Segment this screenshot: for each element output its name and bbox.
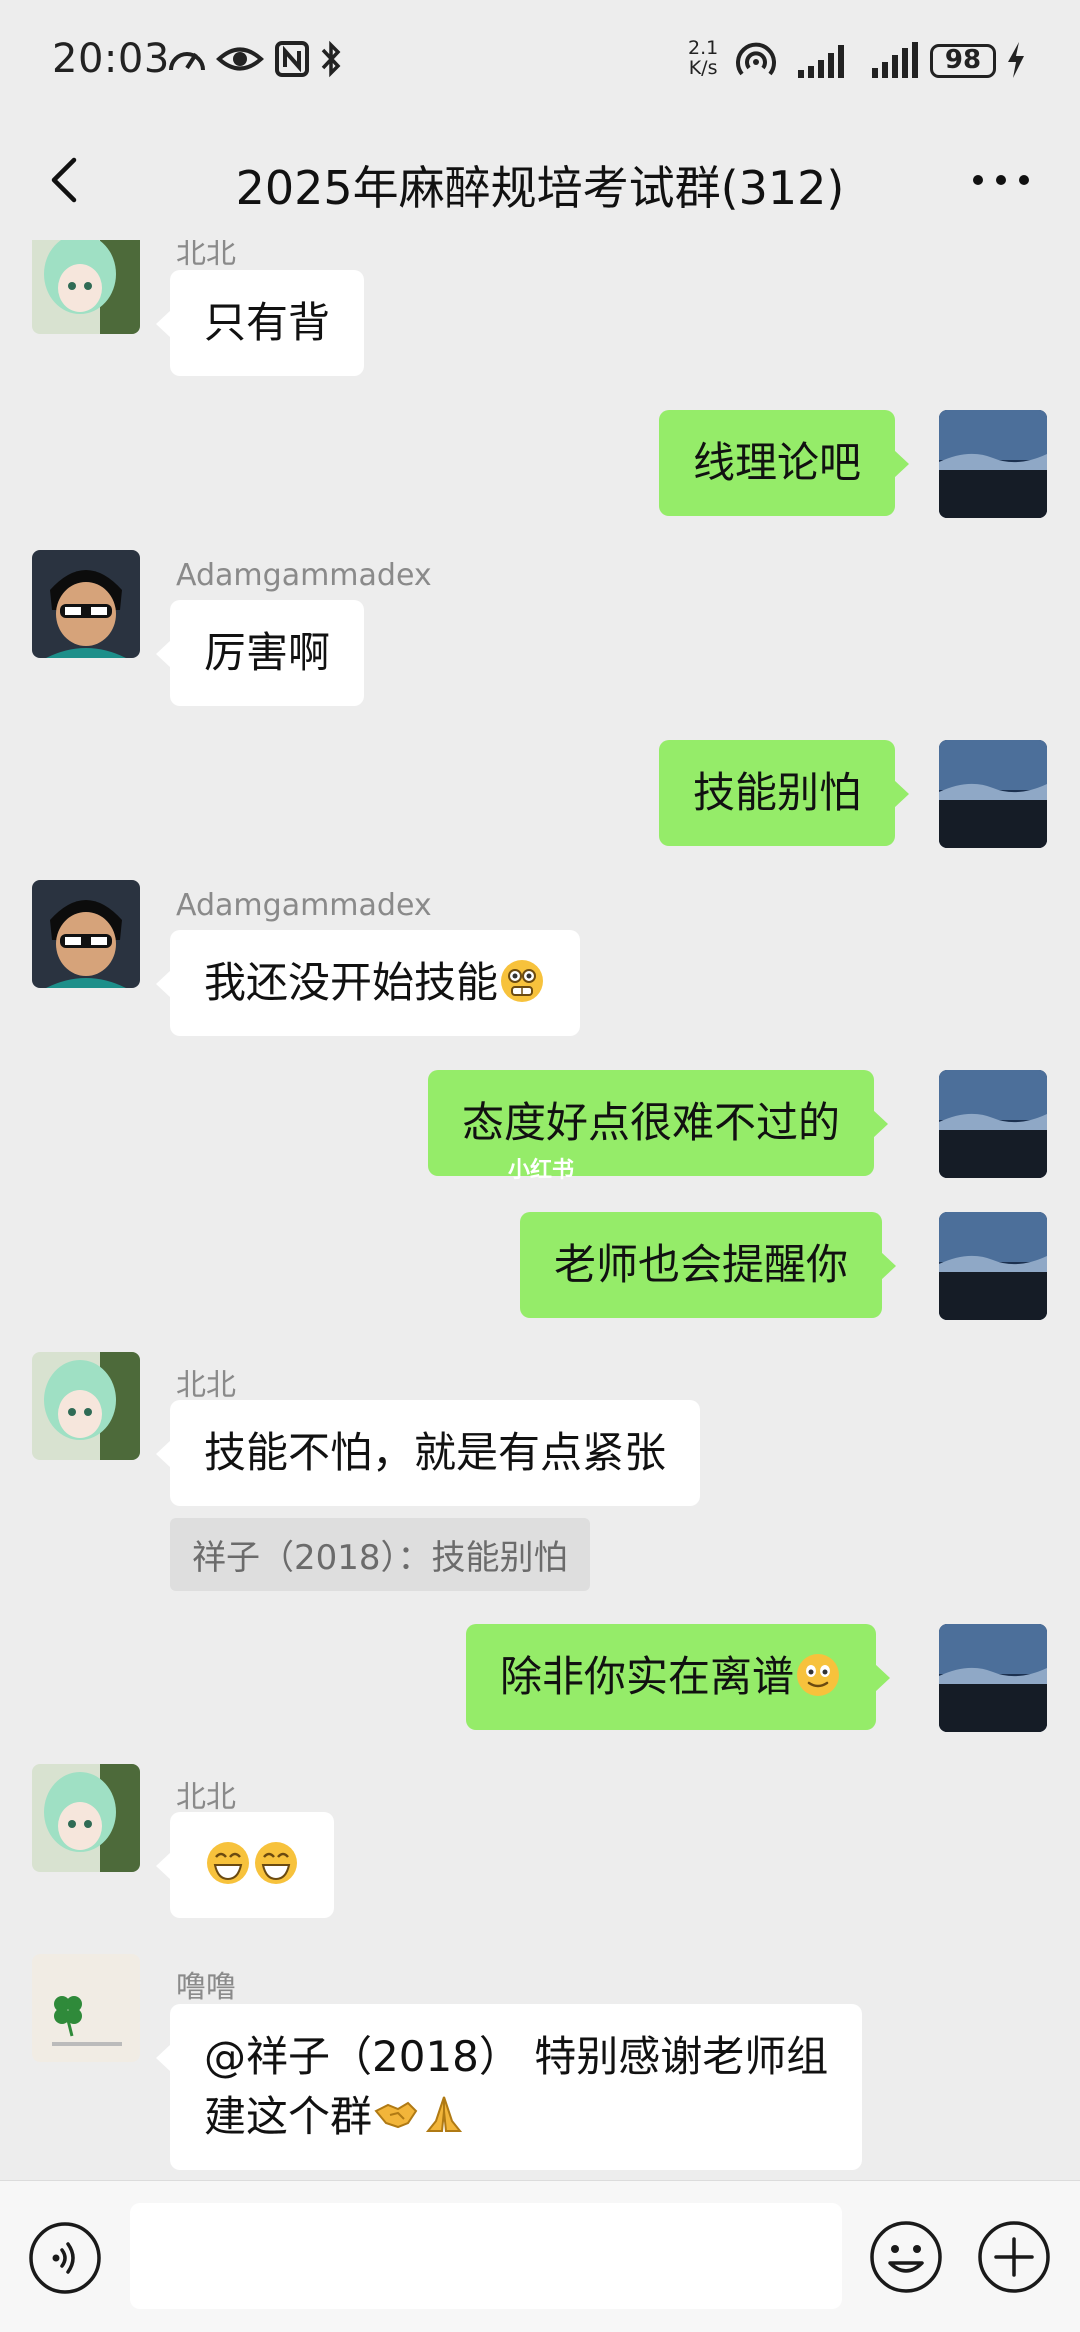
pray-emoji-icon <box>425 2096 463 2132</box>
nfc-icon <box>275 41 309 77</box>
avatar-beibei[interactable] <box>32 1764 140 1872</box>
status-time: 20:03 <box>52 36 170 82</box>
message-list[interactable]: 北北 只有背 线理论吧 Adamgammadex 厉害啊 技能别怕 Adamga… <box>0 240 1080 2180</box>
message-bubble-self[interactable]: 老师也会提醒你 <box>520 1212 897 1318</box>
status-bar: 20:03 2.1 K/s 98 <box>0 0 1080 120</box>
input-bar <box>0 2180 1080 2332</box>
chat-title: 2025年麻醉规培考试群(312) <box>235 161 845 215</box>
avatar-beibei[interactable] <box>32 240 140 334</box>
sender-name: 北北 <box>176 1368 236 1403</box>
sender-name: 北北 <box>176 240 236 271</box>
avatar-self[interactable] <box>939 1212 1047 1320</box>
message-bubble[interactable]: @祥子（2018） 特别感谢老师组 建这个群 <box>155 2004 863 2170</box>
message-bubble-self[interactable]: 线理论吧 <box>659 410 910 516</box>
hotspot-icon <box>736 42 776 76</box>
chat-header: 2025年麻醉规培考试群(312) <box>0 120 1080 240</box>
message-bubble[interactable]: 厉害啊 <box>155 600 365 706</box>
back-arrow-icon[interactable] <box>36 150 96 210</box>
message-input[interactable] <box>130 2203 842 2309</box>
avatar-adamgammadex[interactable] <box>32 880 140 988</box>
sender-name: 北北 <box>176 1780 236 1815</box>
avatar-beibei[interactable] <box>32 1352 140 1460</box>
avatar-adamgammadex[interactable] <box>32 550 140 658</box>
message-bubble[interactable]: 我还没开始技能 <box>155 930 581 1036</box>
sender-name: 噜噜 <box>176 1970 236 2005</box>
sender-name: Adamgammadex <box>176 558 432 593</box>
avatar-self[interactable] <box>939 1070 1047 1178</box>
handshake-emoji-icon <box>374 2101 418 2129</box>
grin-emoji-icon <box>207 1842 249 1884</box>
eye-icon <box>216 47 264 71</box>
avatar-lulu[interactable] <box>32 1954 140 2062</box>
avatar-self[interactable] <box>939 1624 1047 1732</box>
sender-name: Adamgammadex <box>176 888 432 923</box>
network-speed: 2.1 K/s <box>688 37 719 79</box>
speedometer-icon <box>169 52 205 71</box>
signal-sim1-icon <box>798 45 844 78</box>
message-bubble[interactable] <box>156 1812 334 1918</box>
watermark: 小红书 <box>508 1158 575 1183</box>
message-bubble-self[interactable]: 技能别怕 <box>659 740 910 846</box>
emoji-picker-icon[interactable] <box>868 2219 944 2295</box>
more-options-icon[interactable] <box>966 150 1036 210</box>
message-bubble[interactable]: 技能不怕，就是有点紧张 <box>155 1400 701 1506</box>
grin-emoji-icon <box>255 1842 297 1884</box>
grimace-emoji-icon <box>501 960 544 1002</box>
smile-emoji-icon <box>797 1654 840 1696</box>
voice-icon[interactable] <box>28 2221 102 2295</box>
signal-sim2-icon <box>872 42 918 78</box>
plus-icon[interactable] <box>976 2219 1052 2295</box>
message-bubble-self[interactable]: 除非你实在离谱 <box>466 1624 891 1730</box>
quoted-message[interactable]: 祥子（2018）：技能别怕 <box>170 1518 590 1591</box>
bluetooth-icon <box>321 40 341 78</box>
battery-indicator: 98 <box>930 44 996 78</box>
avatar-self[interactable] <box>939 410 1047 518</box>
avatar-self[interactable] <box>939 740 1047 848</box>
charging-bolt-icon <box>1008 42 1024 78</box>
message-bubble-self[interactable]: 态度好点很难不过的 <box>428 1070 889 1176</box>
message-bubble[interactable]: 只有背 <box>155 270 365 376</box>
